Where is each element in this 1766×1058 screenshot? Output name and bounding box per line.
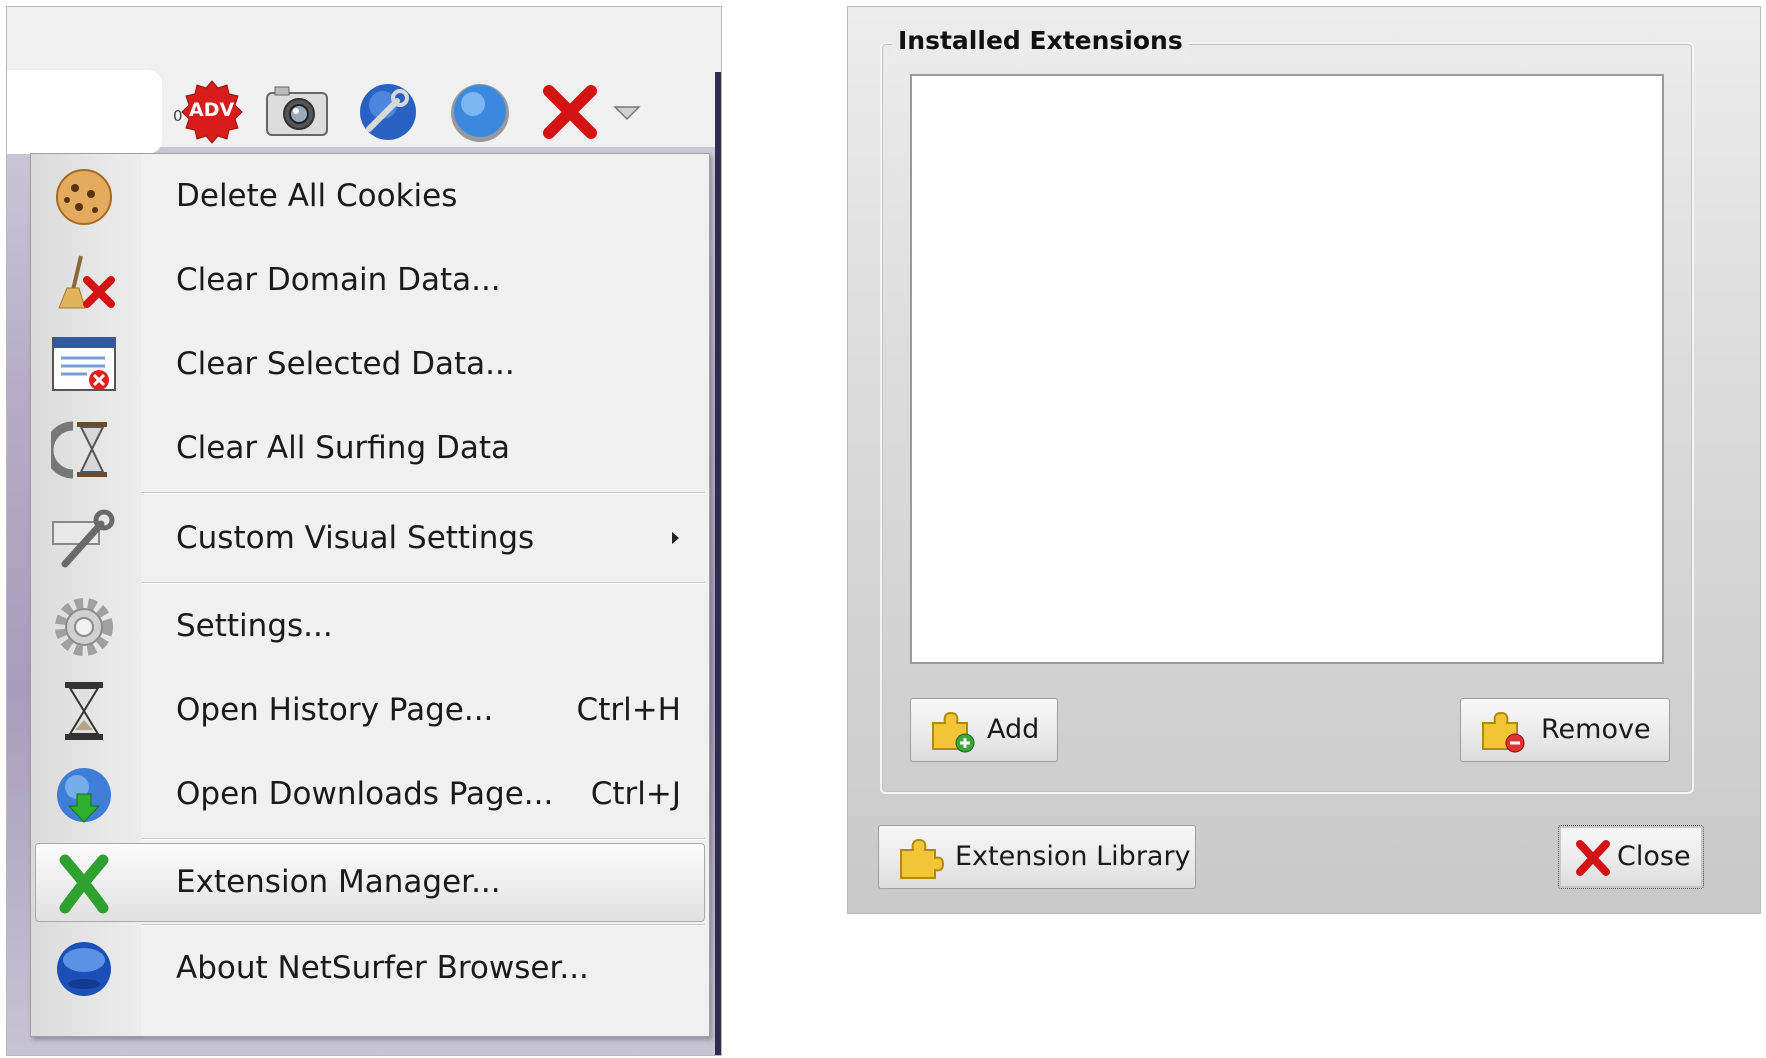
hourglass-icon bbox=[65, 682, 103, 740]
menu-item-label: Open History Page... bbox=[176, 692, 494, 728]
close-icon bbox=[1576, 840, 1610, 876]
gear-icon bbox=[55, 598, 113, 656]
extension-library-button[interactable]: Extension Library bbox=[878, 825, 1196, 889]
dropdown-arrow-icon bbox=[613, 106, 641, 121]
options-button[interactable] bbox=[445, 77, 515, 147]
adblock-badge: ADV bbox=[189, 99, 235, 121]
menu-item-downloads[interactable]: Open Downloads Page... Ctrl+J bbox=[31, 752, 709, 836]
extension-library-label: Extension Library bbox=[955, 841, 1191, 872]
browser-menu: Delete All Cookies Clear Domain Data... … bbox=[30, 153, 710, 1037]
add-button[interactable]: Add bbox=[910, 698, 1058, 762]
menu-item-history[interactable]: Open History Page... Ctrl+H bbox=[31, 668, 709, 752]
wrench-icon bbox=[52, 509, 115, 568]
window-x-icon bbox=[52, 337, 116, 391]
menu-item-label: Clear Domain Data... bbox=[176, 262, 501, 298]
menu-item-delete-cookies[interactable]: Delete All Cookies bbox=[31, 154, 709, 238]
menu-item-label: Delete All Cookies bbox=[176, 178, 458, 214]
remove-label: Remove bbox=[1541, 714, 1651, 745]
camera-icon bbox=[266, 86, 328, 136]
add-label: Add bbox=[987, 714, 1040, 745]
menu-item-shortcut: Ctrl+H bbox=[576, 692, 681, 728]
globe-gear-icon bbox=[451, 84, 509, 142]
menu-item-label: Custom Visual Settings bbox=[176, 520, 535, 556]
menu-item-clear-domain[interactable]: Clear Domain Data... bbox=[31, 238, 709, 322]
group-title: Installed Extensions bbox=[892, 24, 1189, 58]
cookie-icon bbox=[56, 169, 112, 225]
blue-orb-icon bbox=[57, 942, 111, 996]
menu-item-extension-manager[interactable]: Extension Manager... bbox=[31, 840, 709, 924]
menu-item-label: Clear All Surfing Data bbox=[176, 430, 511, 466]
globe-download-icon bbox=[57, 768, 111, 823]
screenshot-button[interactable] bbox=[261, 77, 331, 147]
close-button[interactable]: Close bbox=[1558, 825, 1704, 889]
window-edge bbox=[715, 72, 721, 1055]
close-label: Close bbox=[1617, 841, 1691, 872]
menu-item-label: Settings... bbox=[176, 608, 333, 644]
menu-item-settings[interactable]: Settings... bbox=[31, 584, 709, 668]
menu-item-shortcut: Ctrl+J bbox=[590, 776, 681, 812]
adblock-button[interactable]: 0 ADV bbox=[173, 77, 247, 147]
menu-dropdown-button[interactable] bbox=[607, 77, 647, 147]
extension-manager-dialog: Installed Extensions Add Remove Extensio… bbox=[847, 6, 1761, 914]
puzzle-icon bbox=[900, 838, 945, 879]
menu-separator bbox=[141, 492, 705, 494]
menu-item-label: About NetSurfer Browser... bbox=[176, 950, 589, 986]
tools-button[interactable] bbox=[353, 77, 423, 147]
menu-item-label: Open Downloads Page... bbox=[176, 776, 554, 812]
hourglass-refresh-icon bbox=[51, 421, 107, 479]
submenu-arrow-icon bbox=[672, 532, 679, 544]
extensions-list[interactable] bbox=[910, 74, 1664, 664]
stop-button[interactable] bbox=[535, 77, 605, 147]
remove-button[interactable]: Remove bbox=[1460, 698, 1670, 762]
browser-window: 0 ADV Delete All Cookies Clear Domain Da… bbox=[6, 6, 722, 1056]
puzzle-add-icon bbox=[932, 711, 975, 753]
menu-item-label: Clear Selected Data... bbox=[176, 346, 515, 382]
broom-x-icon bbox=[58, 255, 115, 309]
tools-globe-icon bbox=[360, 84, 416, 140]
red-x-icon bbox=[543, 85, 597, 139]
menu-item-label: Extension Manager... bbox=[176, 864, 501, 900]
toolbar: 0 ADV bbox=[173, 77, 717, 147]
menu-item-clear-selected[interactable]: Clear Selected Data... bbox=[31, 322, 709, 406]
address-bar[interactable] bbox=[7, 70, 162, 154]
menu-item-about[interactable]: About NetSurfer Browser... bbox=[31, 926, 709, 1010]
menu-item-custom-visual[interactable]: Custom Visual Settings bbox=[31, 496, 709, 580]
puzzle-remove-icon bbox=[1482, 711, 1525, 753]
green-x-icon bbox=[59, 854, 109, 914]
menu-item-clear-all-surfing[interactable]: Clear All Surfing Data bbox=[31, 406, 709, 490]
